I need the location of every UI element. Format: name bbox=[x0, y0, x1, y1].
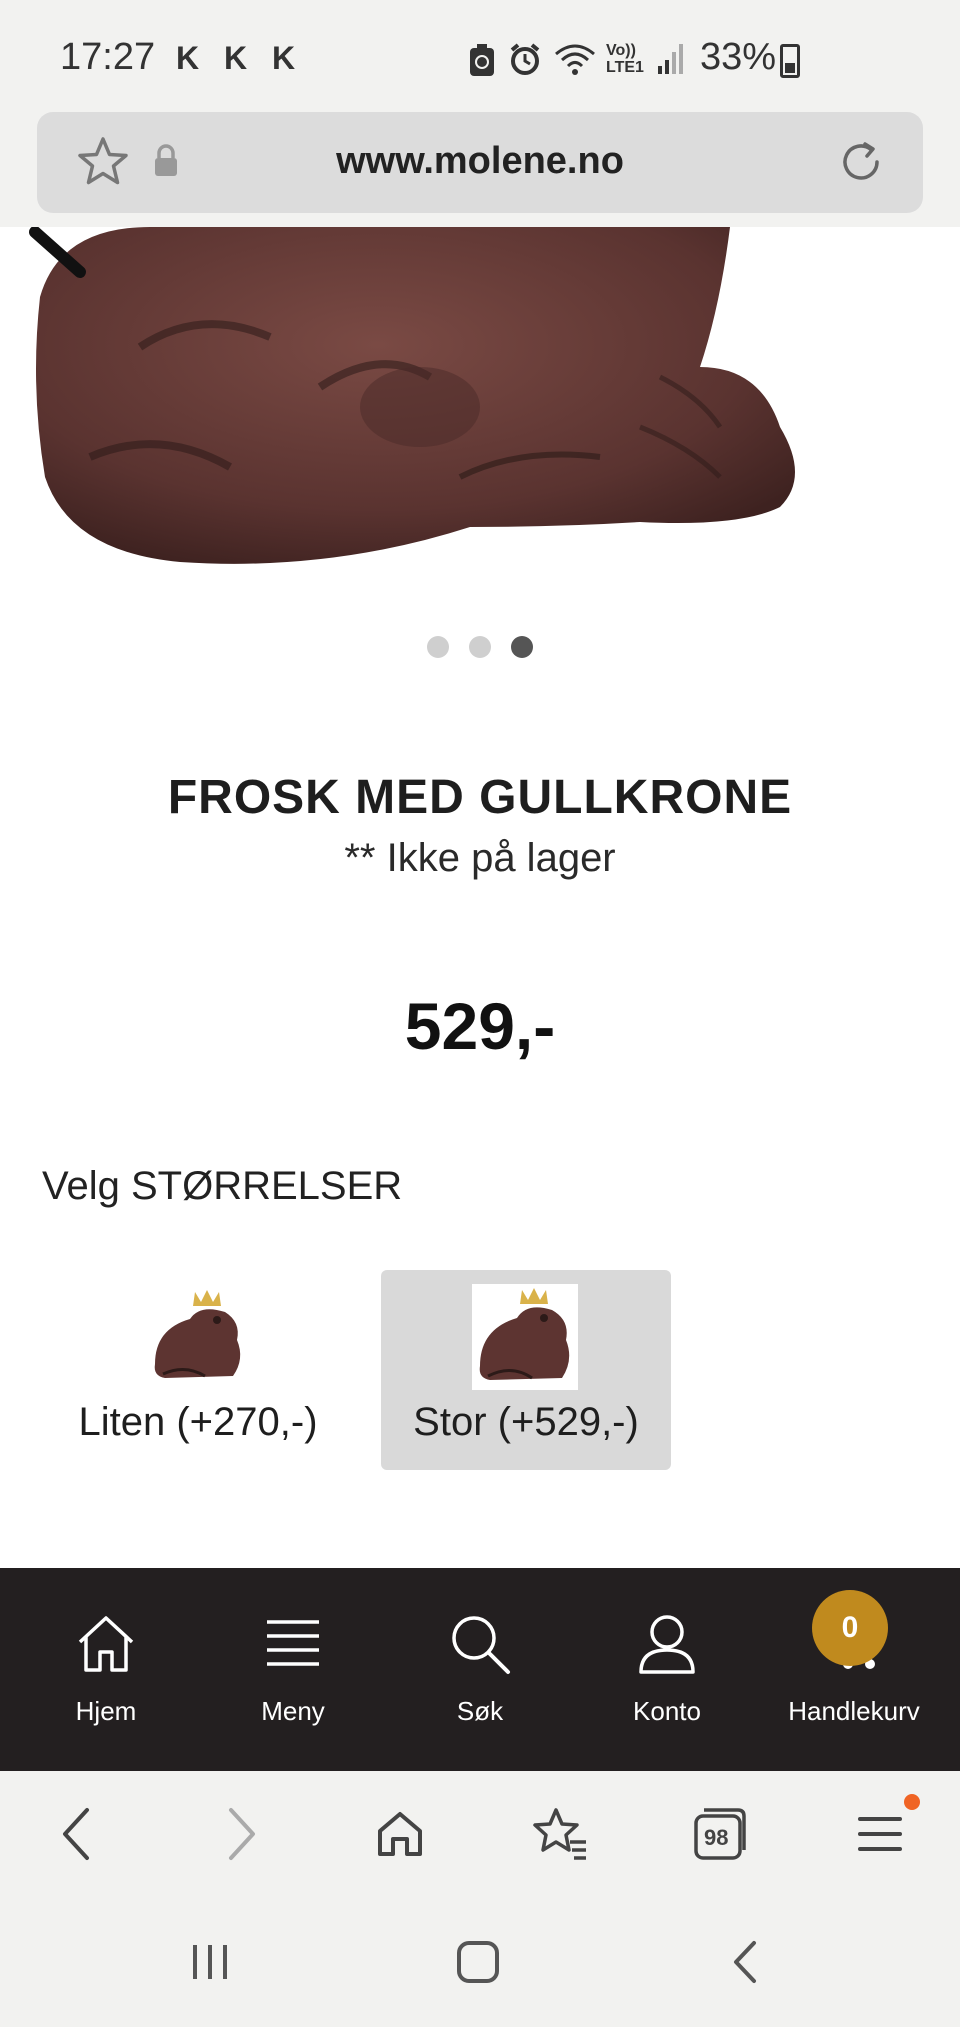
home-icon bbox=[11, 1612, 201, 1682]
alarm-icon bbox=[508, 42, 542, 81]
product-price: 529,- bbox=[404, 989, 556, 1063]
address-bar[interactable]: www.molene.no bbox=[37, 112, 923, 213]
status-bar: 17:27 K K K Vo)) LTE1 33% bbox=[0, 0, 960, 112]
product-title: FROSK MED GULLKRONE bbox=[167, 771, 793, 824]
reload-icon[interactable] bbox=[835, 136, 887, 193]
size-option-label: Liten (+270,-) bbox=[78, 1400, 318, 1444]
size-heading: Velg STØRRELSER bbox=[42, 1164, 403, 1208]
tab-count: 98 bbox=[704, 1825, 729, 1850]
frog-thumbnail bbox=[472, 1284, 578, 1390]
carousel-dot[interactable] bbox=[427, 636, 449, 658]
notification-k-icon: K bbox=[224, 40, 248, 76]
nav-label: Søk bbox=[456, 1696, 504, 1726]
carousel-dot[interactable] bbox=[469, 636, 491, 658]
nav-search[interactable]: Søk bbox=[385, 1568, 575, 1771]
recycle-icon bbox=[468, 44, 496, 83]
address-bar-container: www.molene.no bbox=[0, 112, 960, 227]
nav-label: Hjem bbox=[75, 1696, 137, 1726]
nav-label: Konto bbox=[633, 1696, 701, 1726]
tabs-icon[interactable]: 98 bbox=[680, 1799, 760, 1869]
nav-label: Meny bbox=[261, 1696, 325, 1726]
site-bottom-nav: Hjem Meny Søk Konto Handlekurv bbox=[0, 1568, 960, 1771]
nav-home[interactable]: Hjem bbox=[11, 1568, 201, 1771]
carousel-dots bbox=[0, 636, 960, 658]
stock-status: ** Ikke på lager bbox=[344, 836, 616, 880]
volte-icon: Vo)) LTE1 bbox=[606, 42, 644, 76]
home-icon[interactable] bbox=[360, 1799, 440, 1869]
home-button-icon[interactable] bbox=[438, 1927, 518, 1997]
menu-icon[interactable] bbox=[840, 1799, 920, 1869]
bookmarks-icon[interactable] bbox=[520, 1799, 600, 1869]
product-image[interactable] bbox=[0, 227, 960, 607]
recent-apps-icon[interactable] bbox=[170, 1927, 250, 1997]
menu-icon bbox=[198, 1612, 388, 1682]
size-option-large[interactable]: Stor (+529,-) bbox=[381, 1270, 671, 1470]
nav-menu[interactable]: Meny bbox=[198, 1568, 388, 1771]
notification-k-icon: K bbox=[272, 40, 296, 76]
frog-thumbnail bbox=[145, 1284, 251, 1390]
search-icon bbox=[385, 1612, 575, 1682]
back-icon[interactable] bbox=[37, 1799, 117, 1869]
battery-icon bbox=[780, 44, 800, 78]
wifi-icon bbox=[554, 42, 596, 81]
nav-label: Handlekurv bbox=[788, 1696, 920, 1726]
status-time: 17:27 bbox=[60, 36, 156, 78]
carousel-dot-active[interactable] bbox=[511, 636, 533, 658]
system-nav-bar bbox=[0, 1897, 960, 2027]
browser-toolbar: 98 bbox=[0, 1771, 960, 1897]
size-option-label: Stor (+529,-) bbox=[413, 1400, 639, 1444]
user-icon bbox=[572, 1612, 762, 1682]
size-option-small[interactable]: Liten (+270,-) bbox=[60, 1270, 336, 1470]
nav-account[interactable]: Konto bbox=[572, 1568, 762, 1771]
signal-icon bbox=[656, 42, 686, 81]
notification-k-icon: K bbox=[176, 40, 200, 76]
url-text[interactable]: www.molene.no bbox=[37, 140, 923, 183]
forward-icon[interactable] bbox=[201, 1799, 281, 1869]
cart-count-badge[interactable]: 0 bbox=[812, 1590, 888, 1666]
battery-percent: 33% bbox=[700, 36, 777, 78]
back-button-icon[interactable] bbox=[706, 1927, 786, 1997]
notification-dot bbox=[904, 1794, 920, 1810]
